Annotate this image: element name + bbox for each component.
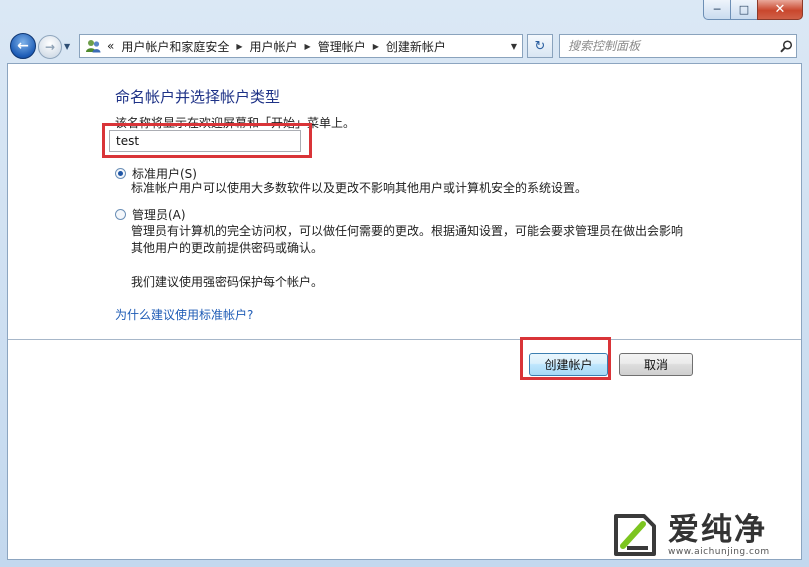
content-panel: 命名帐户并选择帐户类型 该名称将显示在欢迎屏幕和「开始」菜单上。 标准用户(S)… (7, 63, 802, 560)
description-line: 其他用户的更改前提供密码或确认。 (131, 241, 324, 255)
search-box[interactable] (559, 34, 797, 58)
highlight-frame-create (520, 337, 611, 380)
description-line: 管理员有计算机的完全访问权，可以做任何需要的更改。根据通知设置，可能会要求管理员… (131, 224, 684, 238)
address-bar[interactable]: « 用户帐户和家庭安全 ▶ 用户帐户 ▶ 管理帐户 ▶ 创建新帐户 ▼ (79, 34, 523, 58)
description-line: 我们建议使用强密码保护每个帐户。 (131, 275, 324, 289)
breadcrumb-create-account[interactable]: 创建新帐户 (381, 35, 451, 57)
control-panel-window: ─ □ ✕ ← → ▼ « 用户帐户和家庭安全 ▶ 用户帐户 ▶ 管理帐户 ▶ … (0, 0, 809, 567)
watermark: 爱纯净 www.aichunjing.com (610, 509, 800, 561)
minimize-button[interactable]: ─ (703, 0, 730, 20)
watermark-logo-icon (610, 512, 660, 558)
description-line: 标准帐户用户可以使用大多数软件以及更改不影响其他用户或计算机安全的系统设置。 (131, 181, 588, 195)
radio-unselected-icon[interactable] (115, 209, 126, 220)
breadcrumb-manage-accounts[interactable]: 管理帐户 (313, 35, 371, 57)
administrator-radio[interactable]: 管理员(A) (115, 206, 186, 223)
page-title: 命名帐户并选择帐户类型 (115, 88, 281, 106)
breadcrumb-overflow[interactable]: « (105, 35, 116, 57)
radio-selected-icon[interactable] (115, 168, 126, 179)
administrator-description: 管理员有计算机的完全访问权，可以做任何需要的更改。根据通知设置，可能会要求管理员… (131, 223, 683, 291)
refresh-icon: ↻ (534, 38, 546, 54)
breadcrumb-family-safety[interactable]: 用户帐户和家庭安全 (116, 35, 234, 57)
description-blank-line (131, 257, 683, 274)
close-button[interactable]: ✕ (757, 0, 803, 20)
administrator-label: 管理员(A) (132, 208, 186, 222)
watermark-url: www.aichunjing.com (668, 546, 770, 557)
watermark-brand: 爱纯净 (668, 511, 767, 548)
divider (8, 339, 801, 340)
search-icon[interactable] (776, 39, 796, 53)
refresh-button[interactable]: ↻ (527, 34, 553, 58)
breadcrumb-separator-icon[interactable]: ▶ (371, 42, 381, 51)
cancel-button[interactable]: 取消 (619, 353, 693, 376)
recent-pages-button[interactable]: ▼ (64, 42, 70, 51)
back-button[interactable]: ← (10, 33, 36, 59)
search-input[interactable] (566, 36, 776, 56)
users-icon (84, 37, 102, 55)
breadcrumb-separator-icon[interactable]: ▶ (303, 42, 313, 51)
highlight-frame-name (102, 123, 312, 158)
forward-button[interactable]: → (38, 35, 62, 59)
breadcrumb-separator-icon[interactable]: ▶ (234, 42, 244, 51)
back-arrow-icon: ← (17, 38, 29, 54)
maximize-button[interactable]: □ (730, 0, 757, 20)
window-caption-buttons: ─ □ ✕ (703, 0, 803, 20)
address-dropdown-icon[interactable]: ▼ (506, 42, 522, 51)
breadcrumb-user-accounts[interactable]: 用户帐户 (245, 35, 303, 57)
standard-user-description: 标准帐户用户可以使用大多数软件以及更改不影响其他用户或计算机安全的系统设置。 (131, 180, 587, 197)
forward-arrow-icon: → (44, 40, 56, 54)
why-standard-account-link[interactable]: 为什么建议使用标准帐户? (115, 306, 253, 323)
navigation-bar: ← → ▼ « 用户帐户和家庭安全 ▶ 用户帐户 ▶ 管理帐户 ▶ 创建新帐户 … (0, 30, 809, 62)
chevron-down-icon: ▼ (64, 42, 71, 51)
